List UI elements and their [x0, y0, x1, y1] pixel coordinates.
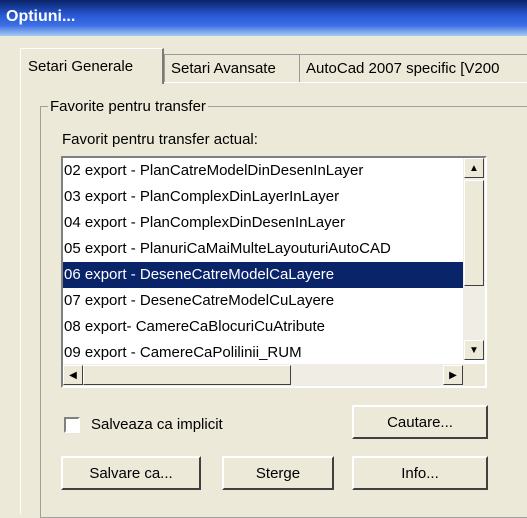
scrollbar-corner [463, 364, 485, 386]
scroll-up-arrow-icon[interactable]: ▲ [464, 158, 484, 178]
save-as-button[interactable]: Salvare ca... [61, 456, 201, 490]
list-item[interactable]: 09 export - CamereCaPolilinii_RUM [63, 340, 485, 366]
list-item[interactable]: 07 export - DeseneCatreModelCuLayere [63, 288, 485, 314]
horizontal-scroll-thumb[interactable] [83, 365, 291, 385]
tab-setari-generale[interactable]: Setari Generale [20, 48, 164, 84]
scroll-left-arrow-icon[interactable]: ◀ [63, 365, 83, 385]
list-item[interactable]: 08 export- CamereCaBlocuriCuAtribute [63, 314, 485, 340]
tab-setari-avansate[interactable]: Setari Avansate [164, 54, 300, 83]
horizontal-scrollbar[interactable]: ◀ ▶ [63, 364, 463, 386]
list-item[interactable]: 02 export - PlanCatreModelDinDesenInLaye… [63, 158, 485, 184]
scroll-right-arrow-icon[interactable]: ▶ [443, 365, 463, 385]
vertical-scrollbar[interactable]: ▲ ▼ [463, 158, 485, 360]
vertical-scroll-thumb[interactable] [464, 180, 484, 286]
list-item[interactable]: 05 export - PlanuriCaMaiMulteLayouturiAu… [63, 236, 485, 262]
list-item[interactable]: 06 export - DeseneCatreModelCaLayere [63, 262, 485, 288]
window-titlebar[interactable]: Optiuni... [0, 0, 527, 36]
favorites-list-label: Favorit pentru transfer actual: [62, 131, 258, 148]
list-item[interactable]: 03 export - PlanComplexDinLayerInLayer [63, 184, 485, 210]
search-button[interactable]: Cautare... [352, 405, 488, 439]
scroll-down-arrow-icon[interactable]: ▼ [464, 340, 484, 360]
favorites-group-legend: Favorite pentru transfer [50, 98, 206, 115]
list-item[interactable]: 04 export - PlanComplexDinDesenInLayer [63, 210, 485, 236]
delete-button[interactable]: Sterge [222, 456, 334, 490]
favorites-listbox[interactable]: 02 export - PlanCatreModelDinDesenInLaye… [61, 156, 487, 388]
window-title: Optiuni... [6, 8, 76, 25]
tab-autocad-2007-specific[interactable]: AutoCad 2007 specific [V200 [299, 54, 527, 83]
save-default-label: Salveaza ca implicit [91, 416, 223, 433]
save-default-checkbox[interactable] [64, 417, 80, 433]
info-button[interactable]: Info... [352, 456, 488, 490]
